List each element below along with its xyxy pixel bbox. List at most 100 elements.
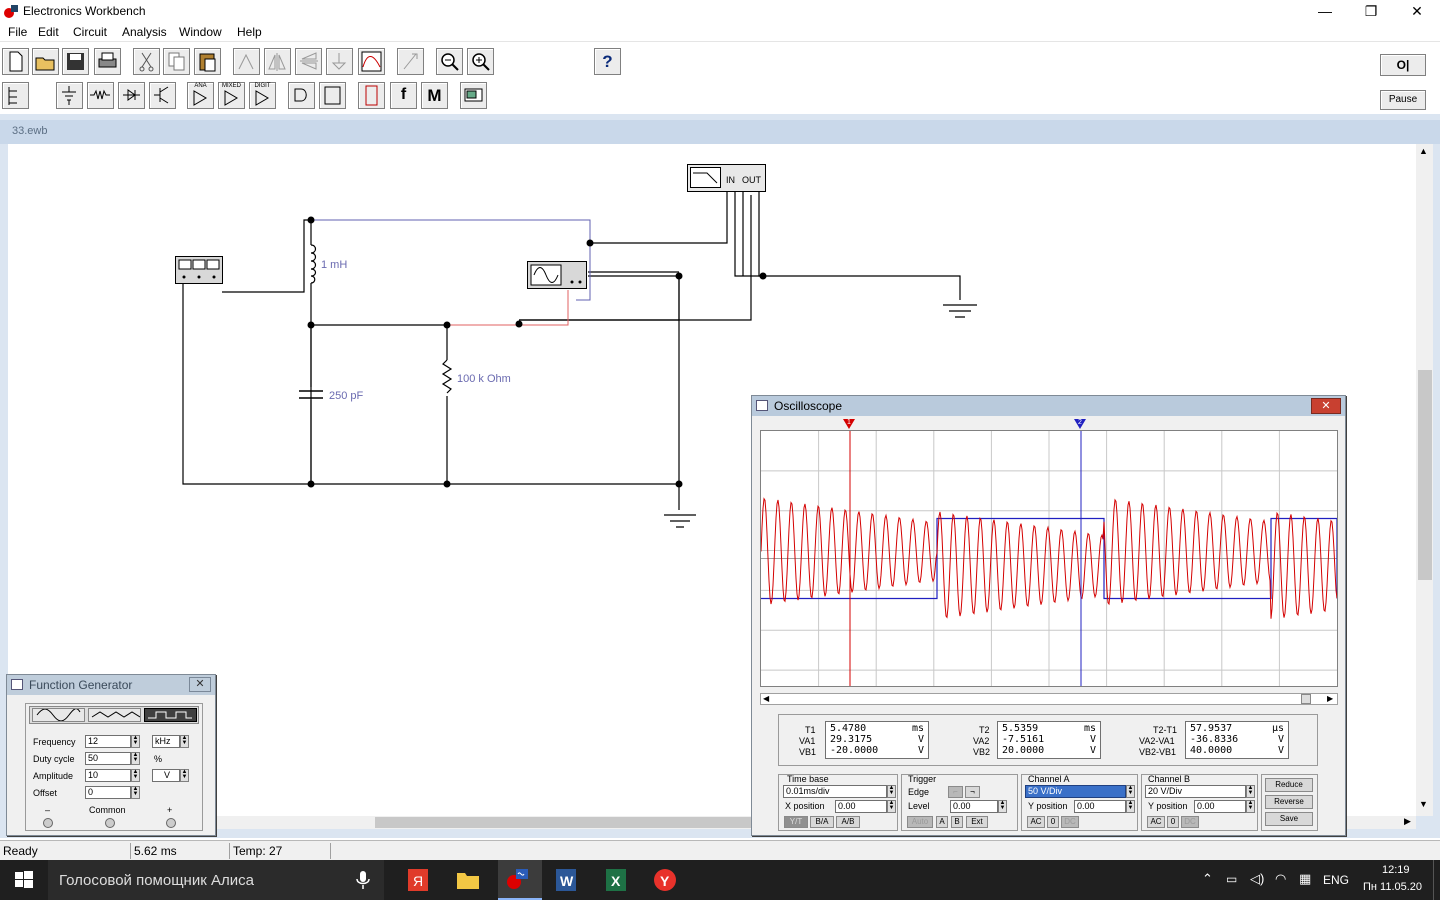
function-generator-instrument[interactable] — [175, 256, 223, 284]
common-terminal[interactable] — [105, 818, 115, 828]
t2-label: T2 — [979, 725, 990, 735]
tray-expand-icon[interactable]: ⌃ — [1202, 871, 1213, 887]
bode-plotter-instrument[interactable]: IN OUT — [687, 164, 766, 192]
ab-mode-button[interactable]: A/B — [836, 816, 860, 828]
channel-b-ac-button[interactable]: AC — [1147, 816, 1165, 828]
sine-wave-icon[interactable] — [32, 708, 85, 722]
excel-app-icon[interactable]: X — [600, 866, 632, 894]
amplitude-label: Amplitude — [33, 771, 74, 781]
timebase-input[interactable]: 0.01ms/div — [783, 785, 887, 798]
frequency-unit-select[interactable]: kHz — [152, 735, 180, 748]
trigger-level-input[interactable]: 0.00 — [950, 800, 998, 813]
vb21-value: 40.0000 — [1190, 745, 1233, 756]
ba-mode-button[interactable]: B/A — [810, 816, 834, 828]
plus-terminal[interactable] — [166, 818, 176, 828]
duty-cycle-input[interactable]: 50 — [85, 752, 131, 765]
minus-terminal[interactable] — [43, 818, 53, 828]
trigger-a-button[interactable]: A — [936, 816, 948, 828]
channel-a-zero-button[interactable]: 0 — [1047, 816, 1059, 828]
t2-value: 5.5359 — [1002, 723, 1039, 734]
osc-scroll-right-icon[interactable]: ▶ — [1327, 694, 1333, 703]
frequency-unit-spinner[interactable]: ▲ ▼ — [180, 735, 189, 748]
start-button[interactable] — [0, 860, 48, 900]
triangle-wave-icon[interactable] — [88, 708, 141, 722]
electronics-workbench-task-icon[interactable] — [498, 860, 542, 900]
yandex-browser-icon[interactable]: Y — [649, 866, 681, 894]
trigger-b-button[interactable]: B — [951, 816, 963, 828]
amplitude-unit-select[interactable]: V — [152, 769, 180, 782]
duty-cycle-spinner[interactable]: ▲ ▼ — [131, 752, 140, 765]
va1-unit: V — [917, 734, 924, 745]
x-position-spinner[interactable]: ▲ ▼ — [887, 800, 896, 813]
word-app-icon[interactable]: W — [550, 866, 582, 894]
falling-edge-button[interactable]: ¬ — [965, 786, 980, 798]
channel-b-ypos-spinner[interactable]: ▲ ▼ — [1246, 800, 1255, 813]
channel-a-scale-input[interactable]: 50 V/Div — [1025, 785, 1126, 798]
va21-value: -36.8336 — [1190, 734, 1239, 745]
taskbar: Голосовой помощник Алиса Я W X Y ⌃ ▭ ◁) … — [0, 860, 1440, 900]
yandex-app-icon[interactable]: Я — [402, 866, 434, 894]
show-desktop-button[interactable] — [1433, 860, 1440, 900]
clock-time[interactable]: 12:19 — [1382, 864, 1410, 876]
reverse-button[interactable]: Reverse — [1265, 795, 1313, 809]
channel-b-scale-input[interactable]: 20 V/Div — [1145, 785, 1246, 798]
t2-unit: ms — [1083, 723, 1096, 734]
osc-action-panel: Reduce Reverse Save — [1261, 774, 1318, 831]
channel-a-ypos-input[interactable]: 0.00 — [1074, 800, 1126, 813]
channel-b-dc-button[interactable]: DC — [1181, 816, 1199, 828]
trigger-ext-button[interactable]: Ext — [966, 816, 988, 828]
cursor-2-handle[interactable]: 2 — [1074, 419, 1086, 429]
oscilloscope-instrument[interactable] — [527, 261, 587, 289]
x-position-input[interactable]: 0.00 — [835, 800, 887, 813]
reduce-button[interactable]: Reduce — [1265, 778, 1313, 792]
square-wave-icon[interactable] — [144, 708, 197, 722]
yt-mode-button[interactable]: Y/T — [784, 816, 808, 828]
battery-icon[interactable]: ▭ — [1226, 872, 1237, 886]
channel-a-ac-button[interactable]: AC — [1027, 816, 1045, 828]
osc-close-icon[interactable]: ✕ — [1311, 398, 1341, 414]
amplitude-input[interactable]: 10 — [85, 769, 131, 782]
offset-spinner[interactable]: ▲ ▼ — [131, 786, 140, 799]
voice-assistant-search[interactable]: Голосовой помощник Алиса — [48, 860, 384, 900]
language-indicator[interactable]: ENG — [1323, 873, 1349, 887]
save-traces-button[interactable]: Save — [1265, 812, 1313, 826]
microphone-icon[interactable] — [355, 870, 371, 890]
vb2-value: 20.0000 — [1002, 745, 1045, 756]
amplitude-unit-spinner[interactable]: ▲ ▼ — [180, 769, 189, 782]
osc-scroll-left-icon[interactable]: ◀ — [763, 694, 769, 703]
fg-close-icon[interactable]: ✕ — [189, 677, 211, 692]
offset-input[interactable]: 0 — [85, 786, 131, 799]
trigger-level-spinner[interactable]: ▲ ▼ — [998, 800, 1007, 813]
amplitude-spinner[interactable]: ▲ ▼ — [131, 769, 140, 782]
timebase-label: Time base — [787, 774, 829, 784]
osc-scroll-thumb[interactable] — [1301, 694, 1311, 704]
channel-a-dc-button[interactable]: DC — [1061, 816, 1079, 828]
channel-a-ypos-spinner[interactable]: ▲ ▼ — [1126, 800, 1135, 813]
svg-text:Y: Y — [660, 873, 670, 889]
vb1-value: -20.0000 — [830, 745, 879, 756]
rising-edge-button[interactable]: ⌐ — [948, 786, 963, 798]
channel-b-ypos-input[interactable]: 0.00 — [1194, 800, 1246, 813]
channel-b-zero-button[interactable]: 0 — [1167, 816, 1179, 828]
volume-icon[interactable]: ◁) — [1250, 871, 1264, 887]
frequency-input[interactable]: 12 — [85, 735, 131, 748]
status-time: 5.62 ms — [131, 843, 230, 859]
channel-a-scale-spinner[interactable]: ▲ ▼ — [1126, 785, 1135, 798]
network-icon[interactable]: ◠ — [1275, 871, 1286, 887]
trigger-label: Trigger — [908, 774, 937, 784]
cursor-1-handle[interactable]: 1 — [843, 419, 855, 429]
file-explorer-icon[interactable] — [452, 866, 484, 894]
trigger-auto-button[interactable]: Auto — [907, 816, 933, 828]
duty-cycle-unit: % — [154, 754, 163, 764]
keyboard-icon[interactable]: ▦ — [1299, 871, 1311, 887]
oscilloscope-screen[interactable] — [760, 430, 1338, 687]
oscilloscope-traces — [760, 431, 1338, 686]
timebase-spinner[interactable]: ▲ ▼ — [887, 785, 896, 798]
clock-date[interactable]: Пн 11.05.20 — [1363, 881, 1422, 893]
va2-unit: V — [1089, 734, 1096, 745]
channel-b-scale-spinner[interactable]: ▲ ▼ — [1246, 785, 1255, 798]
t1-unit: ms — [911, 723, 924, 734]
va1-label: VA1 — [799, 736, 816, 746]
frequency-spinner[interactable]: ▲ ▼ — [131, 735, 140, 748]
osc-time-scrollbar[interactable]: ◀ ▶ — [760, 693, 1338, 705]
